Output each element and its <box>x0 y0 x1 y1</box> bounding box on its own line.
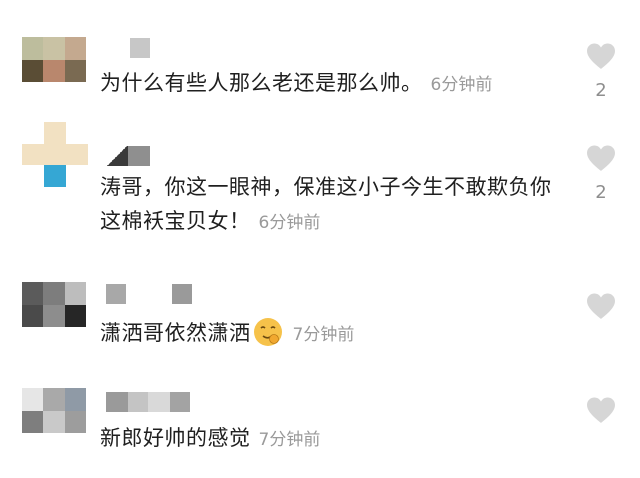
username-pixelated[interactable] <box>106 146 150 166</box>
username-pixelated[interactable] <box>106 392 190 412</box>
username-pixelated[interactable] <box>106 284 192 304</box>
heart-icon <box>587 397 615 423</box>
avatar[interactable] <box>22 282 86 327</box>
like-button[interactable]: 2 <box>584 144 618 203</box>
avatar[interactable] <box>22 37 86 82</box>
username-pixelated[interactable] <box>106 38 150 58</box>
heart-icon <box>587 145 615 171</box>
comment-time: 7分钟前 <box>292 325 355 345</box>
avatar[interactable] <box>22 122 88 187</box>
comment-body: 潇洒哥依然潇洒 <box>100 321 251 345</box>
like-button[interactable] <box>584 292 618 330</box>
comment-body: 涛哥，你这一眼神，保准这小子今生不敢欺负你这棉袄宝贝女！ <box>100 175 552 233</box>
comment-time: 6分钟前 <box>258 213 321 233</box>
comment-body: 新郎好帅的感觉 <box>100 426 251 450</box>
like-button[interactable]: 2 <box>584 42 618 101</box>
comment-text: 新郎好帅的感觉 7分钟前 <box>100 421 570 457</box>
like-count: 2 <box>595 182 607 203</box>
comment-time: 7分钟前 <box>258 430 321 450</box>
like-count: 2 <box>595 80 607 101</box>
comment-text: 为什么有些人那么老还是那么帅。 6分钟前 <box>100 66 570 102</box>
heart-icon <box>587 43 615 69</box>
heart-icon <box>587 293 615 319</box>
avatar[interactable] <box>22 388 86 433</box>
comment-time: 6分钟前 <box>430 75 493 95</box>
comment-body: 为什么有些人那么老还是那么帅。 <box>100 71 423 95</box>
smirk-emoji-icon <box>253 318 282 346</box>
comment-text: 涛哥，你这一眼神，保准这小子今生不敢欺负你这棉袄宝贝女！ 6分钟前 <box>100 170 570 240</box>
like-button[interactable] <box>584 396 618 434</box>
comment-text: 潇洒哥依然潇洒 7分钟前 <box>100 316 570 352</box>
